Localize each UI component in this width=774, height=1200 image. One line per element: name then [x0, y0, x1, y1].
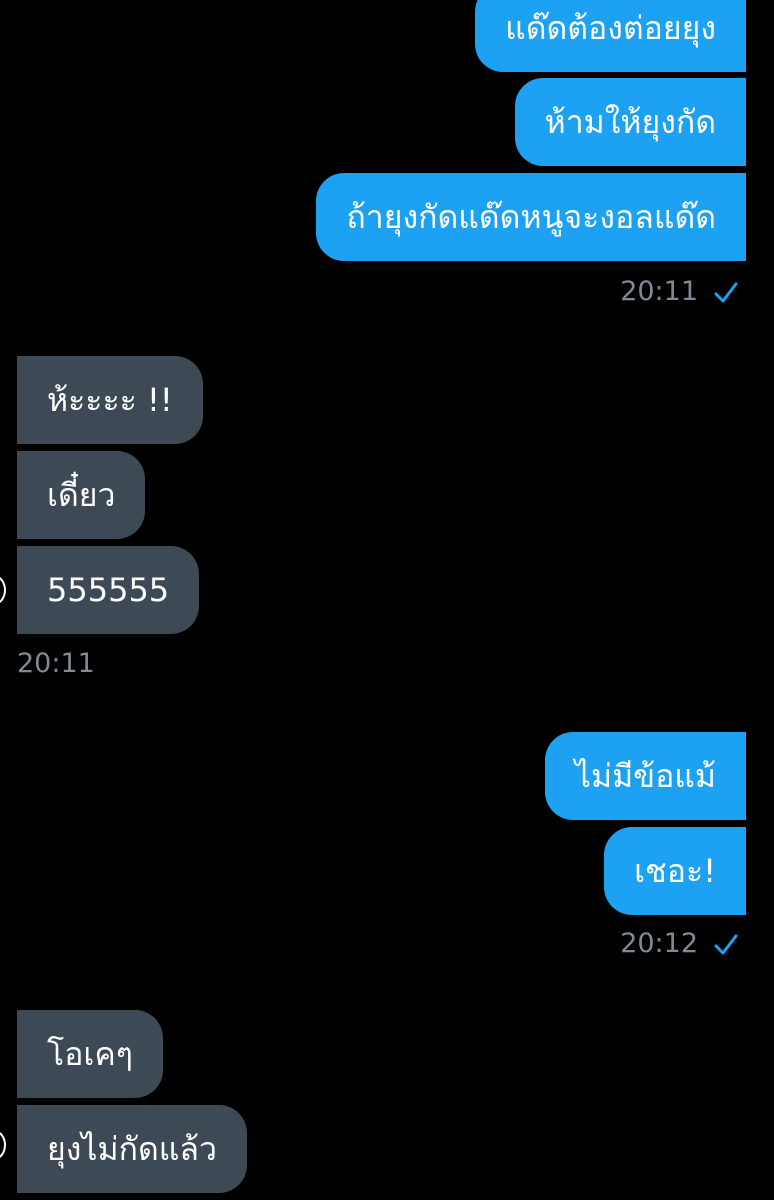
outgoing-message[interactable]: เชอะ!: [604, 827, 746, 915]
message-timestamp: 20:12: [620, 928, 738, 960]
outgoing-message[interactable]: ห้ามให้ยุงกัด: [514, 78, 746, 166]
outgoing-message[interactable]: ไม่มีข้อแม้: [544, 732, 746, 820]
incoming-message[interactable]: ยุงไม่กัดแล้ว: [17, 1105, 247, 1193]
message-timestamp: 20:11: [17, 648, 95, 680]
timestamp-text: 20:11: [620, 276, 698, 307]
message-timestamp: 20:11: [620, 276, 738, 308]
avatar[interactable]: [0, 1130, 6, 1160]
check-icon: [714, 282, 738, 302]
incoming-message[interactable]: 555555: [17, 546, 200, 634]
conversation-thread: แด๊ดต้องต่อยยุง ห้ามให้ยุงกัด ถ้ายุงกัดแ…: [0, 0, 774, 1200]
check-icon: [714, 934, 738, 954]
avatar[interactable]: [0, 575, 6, 605]
timestamp-text: 20:12: [620, 928, 698, 959]
outgoing-message[interactable]: ถ้ายุงกัดแด๊ดหนูจะงอลแด๊ด: [316, 173, 746, 261]
outgoing-message[interactable]: แด๊ดต้องต่อยยุง: [475, 0, 746, 72]
incoming-message[interactable]: โอเคๆ: [17, 1010, 163, 1098]
incoming-message[interactable]: ห้ะะะะ !!: [17, 356, 203, 444]
incoming-message[interactable]: เดี๋ยว: [17, 451, 146, 539]
timestamp-text: 20:11: [17, 648, 95, 679]
